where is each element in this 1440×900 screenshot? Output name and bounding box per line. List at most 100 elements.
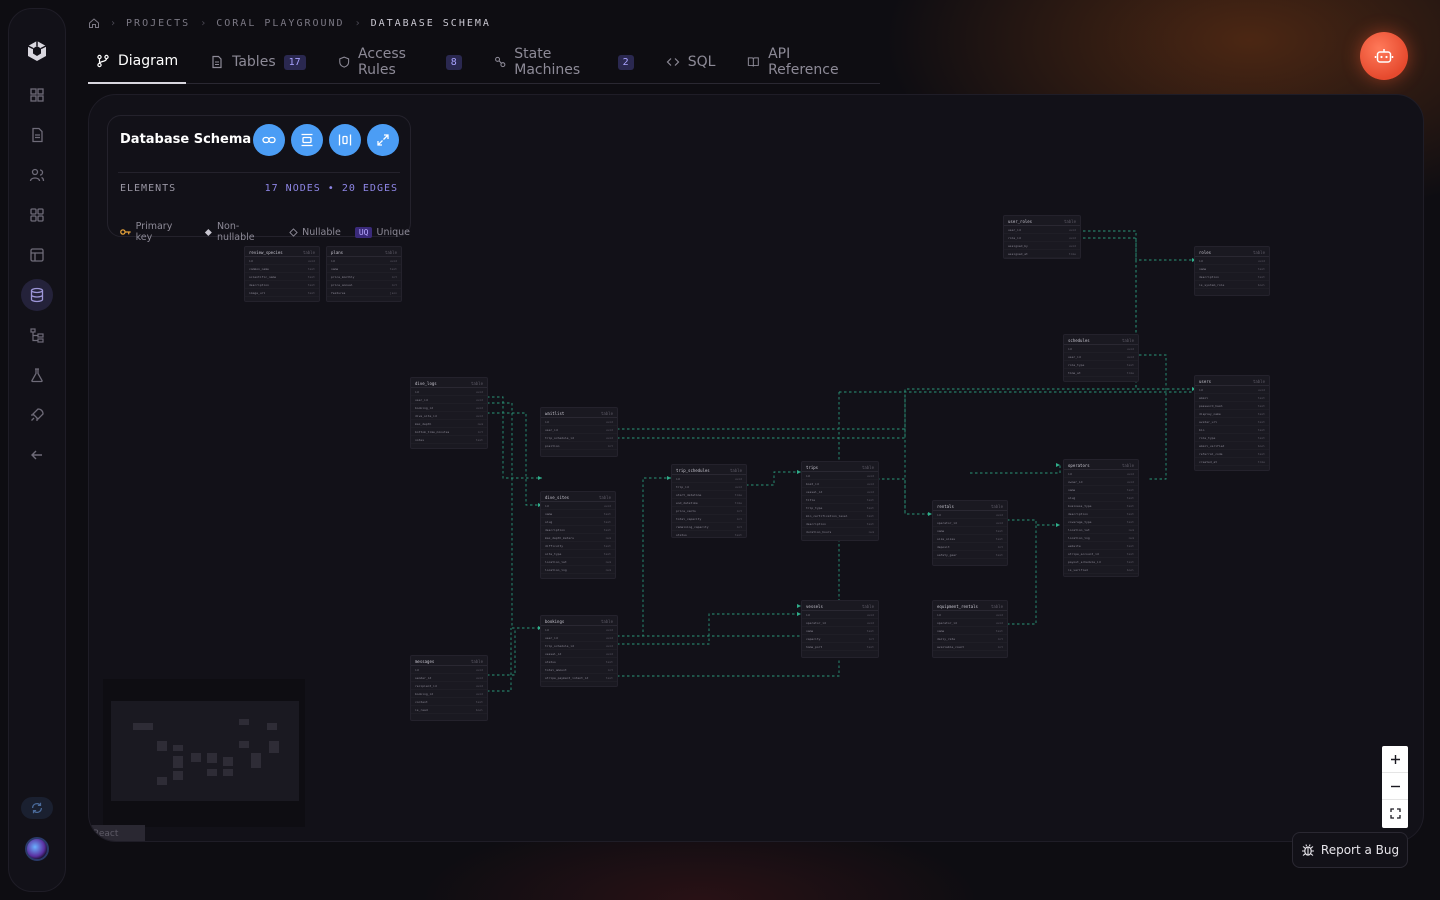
- tab-access-rules[interactable]: Access Rules 8: [330, 46, 470, 78]
- tab-label: Diagram: [118, 53, 179, 69]
- column-name: operator_id: [937, 621, 957, 625]
- sidebar-item-lab[interactable]: [21, 359, 53, 391]
- column-name: stripe_account_id: [1068, 552, 1099, 556]
- table-node[interactable]: trips table id uuid boat_id uuid vessel_id u…: [801, 461, 879, 541]
- table-name: rentals: [937, 504, 954, 509]
- elements-label: ELEMENTS: [120, 183, 177, 194]
- sidebar-item-hierarchy[interactable]: [21, 319, 53, 351]
- breadcrumb-projects[interactable]: PROJECTS: [126, 18, 190, 29]
- report-bug-button[interactable]: Report a Bug: [1292, 832, 1408, 868]
- schema-diagram-canvas[interactable]: review_species table id uuid common_name te…: [88, 94, 1424, 842]
- tab-state-machines[interactable]: State Machines 2: [486, 46, 642, 78]
- sidebar-item-dashboard[interactable]: [21, 79, 53, 111]
- column-name: remaining_capacity: [676, 525, 709, 529]
- react-flow-attribution[interactable]: React Flow: [89, 825, 145, 841]
- hierarchy-icon: [30, 328, 44, 343]
- table-node[interactable]: operators table id uuid owner_id uuid name t…: [1063, 459, 1139, 577]
- column-name: location_lat: [1068, 528, 1090, 532]
- fit-view-button[interactable]: [1382, 800, 1408, 827]
- column-name: name: [1068, 488, 1076, 492]
- sidebar-item-users[interactable]: [21, 159, 53, 191]
- plus-icon: [1390, 754, 1400, 764]
- minimap[interactable]: [103, 679, 305, 827]
- column-name: email_verified: [1199, 444, 1225, 448]
- table-node[interactable]: schedules table id uuid user_id uuid role_t…: [1063, 334, 1139, 382]
- tab-tables[interactable]: Tables 17: [202, 46, 314, 78]
- rocket-icon: [31, 408, 44, 421]
- column-name: coverage_type: [1068, 520, 1092, 524]
- column-name: payout_schedule_id: [1068, 560, 1101, 564]
- align-vertical-button[interactable]: [291, 124, 323, 156]
- ai-assistant-button[interactable]: [1360, 32, 1408, 80]
- column-name: user_id: [1068, 355, 1081, 359]
- table-node[interactable]: dive_logs table id uuid user_id uuid bookin…: [410, 377, 488, 449]
- tab-diagram[interactable]: Diagram: [88, 46, 187, 84]
- sidebar-item-layout[interactable]: [21, 239, 53, 271]
- table-node[interactable]: equipment_rentals table id uuid operator_i…: [932, 600, 1008, 658]
- column-name: id: [545, 504, 549, 508]
- link-button[interactable]: [253, 124, 285, 156]
- column-name: description: [545, 528, 565, 532]
- zoom-in-button[interactable]: [1382, 746, 1408, 773]
- state-machine-icon: [494, 56, 506, 68]
- sync-icon[interactable]: [21, 797, 53, 819]
- table-node[interactable]: bookings table id uuid user_id uuid trip_sc…: [540, 615, 618, 687]
- table-node[interactable]: review_species table id uuid common_name te…: [244, 246, 320, 302]
- column-name: location_lat: [545, 560, 567, 564]
- sidebar-item-database[interactable]: [21, 279, 53, 311]
- align-horizontal-button[interactable]: [329, 124, 361, 156]
- table-name: review_species: [249, 250, 283, 255]
- table-node[interactable]: plans table id uuid name text price_monthly…: [326, 246, 402, 302]
- table-node[interactable]: waitlist table id uuid user_id uuid trip_sc…: [540, 407, 618, 457]
- column-name: description: [1199, 275, 1219, 279]
- bot-icon: [1374, 49, 1394, 63]
- column-name: recipient_id: [415, 684, 437, 688]
- column-name: name: [331, 267, 339, 271]
- column-name: created_at: [1199, 460, 1218, 464]
- column-name: bio: [1199, 428, 1205, 432]
- table-node[interactable]: messages table id uuid sender_id uuid recip…: [410, 655, 488, 721]
- column-name: site_type: [545, 552, 562, 556]
- column-name: email: [1199, 396, 1209, 400]
- table-node[interactable]: dive_sites table id uuid name text slug text…: [540, 491, 616, 579]
- column-name: operator_id: [806, 621, 826, 625]
- table-node[interactable]: trip_schedules table id uuid trip_id uuid s…: [671, 464, 747, 538]
- column-name: assigned_at: [1008, 252, 1028, 256]
- column-name: status: [676, 533, 687, 537]
- tab-sql[interactable]: SQL: [658, 46, 724, 78]
- column-name: position: [545, 444, 560, 448]
- tab-api-reference[interactable]: API Reference: [739, 46, 864, 78]
- column-name: total_amount: [545, 668, 567, 672]
- schema-info-panel: Database Schema ELEMENTS 17 NODES • 20 E…: [107, 115, 411, 243]
- table-node[interactable]: users table id uuid email text password_has…: [1194, 375, 1270, 471]
- table-node[interactable]: roles table id uuid name text description te…: [1194, 246, 1270, 296]
- zoom-out-button[interactable]: [1382, 773, 1408, 800]
- column-name: role_type: [1199, 436, 1216, 440]
- column-name: min_certification_level: [806, 514, 848, 518]
- panel-divider: [118, 172, 400, 173]
- column-name: id: [415, 390, 419, 394]
- sidebar-item-deploy[interactable]: [21, 399, 53, 431]
- branch-icon: [97, 54, 109, 68]
- column-name: max_depth: [415, 422, 432, 426]
- column-name: home_port: [806, 645, 823, 649]
- column-name: is_system_role: [1199, 283, 1225, 287]
- key-icon: [120, 229, 131, 235]
- sidebar-item-back[interactable]: [21, 439, 53, 471]
- sidebar-item-components[interactable]: [21, 199, 53, 231]
- table-node[interactable]: user_roles table user_id uuid role_id uuid …: [1003, 215, 1081, 259]
- column-name: owner_id: [1068, 480, 1083, 484]
- avatar[interactable]: [25, 837, 49, 861]
- tab-bar: Diagram Tables 17 Access Rules 8 State M…: [88, 46, 880, 84]
- expand-button[interactable]: [367, 124, 399, 156]
- table-node[interactable]: rentals table id uuid operator_id uuid name…: [932, 500, 1008, 566]
- app-logo-icon[interactable]: [25, 39, 49, 63]
- sidebar-item-documents[interactable]: [21, 119, 53, 151]
- expand-icon: [377, 134, 389, 146]
- column-name: safety_gear: [937, 553, 957, 557]
- breadcrumb-project[interactable]: CORAL PLAYGROUND: [216, 18, 344, 29]
- home-icon[interactable]: [88, 17, 100, 29]
- table-node[interactable]: vessels table id uuid operator_id uuid name…: [801, 600, 879, 658]
- column-name: status: [545, 660, 556, 664]
- column-name: description: [1068, 512, 1088, 516]
